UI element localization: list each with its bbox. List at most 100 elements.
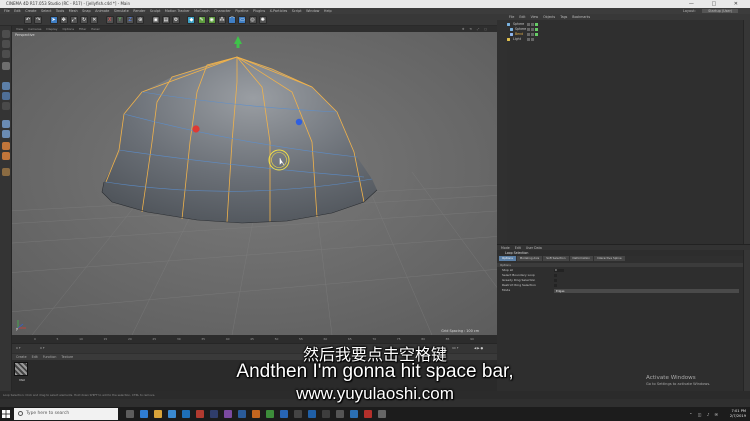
make-editable-icon[interactable]: [2, 30, 10, 38]
viewport-menu-panel[interactable]: Panel: [91, 27, 99, 31]
tab-interactive-spline[interactable]: Interactive Spline: [593, 256, 625, 261]
menu-pipeline[interactable]: Pipeline: [235, 9, 248, 13]
viewport-menu-cameras[interactable]: Cameras: [28, 27, 41, 31]
om-menu-bookmarks[interactable]: Bookmarks: [572, 15, 590, 19]
restrict-ring-checkbox[interactable]: [554, 284, 557, 287]
render-picture-viewer-icon[interactable]: ▤: [161, 15, 170, 24]
menu-x-particles[interactable]: X-Particles: [270, 9, 288, 13]
texture-mode-icon[interactable]: [2, 50, 10, 58]
minimize-button[interactable]: —: [689, 1, 702, 7]
menu-sculpt[interactable]: Sculpt: [150, 9, 161, 13]
y-axis-icon[interactable]: Y: [115, 15, 124, 24]
locked-workplane-icon[interactable]: [2, 152, 10, 160]
menu-create[interactable]: Create: [25, 9, 36, 13]
menu-window[interactable]: Window: [306, 9, 319, 13]
menu-motion-tracker[interactable]: Motion Tracker: [165, 9, 190, 13]
planar-workplane-icon[interactable]: [2, 168, 10, 176]
store-icon[interactable]: [168, 410, 176, 418]
rotate-icon[interactable]: ↻: [80, 15, 89, 24]
word-icon[interactable]: [280, 410, 288, 418]
visibility-flags[interactable]: [527, 33, 539, 36]
greedy-ring-checkbox[interactable]: [554, 279, 557, 282]
move-icon[interactable]: ✥: [59, 15, 68, 24]
viewport-menu-view[interactable]: View: [16, 27, 23, 31]
app-icon[interactable]: [350, 410, 358, 418]
tab-modeling-axis[interactable]: Modeling Axis: [516, 256, 543, 261]
polygons-mode-icon[interactable]: [2, 102, 10, 110]
manager-side-tabs[interactable]: [497, 14, 507, 244]
coordinate-system-icon[interactable]: ⊕: [136, 15, 145, 24]
viewport-menu-options[interactable]: Options: [62, 27, 74, 31]
perspective-viewport[interactable]: Perspective y Grid Spacing : 100 cm: [12, 32, 497, 335]
array-icon[interactable]: ⁂: [217, 15, 226, 24]
pen-spline-icon[interactable]: ✎: [197, 15, 206, 24]
om-menu-edit[interactable]: Edit: [519, 15, 525, 19]
app-icon[interactable]: [378, 410, 386, 418]
maximize-button[interactable]: □: [711, 1, 724, 7]
excel-icon[interactable]: [266, 410, 274, 418]
chrome-icon[interactable]: [294, 410, 302, 418]
menu-help[interactable]: Help: [324, 9, 332, 13]
illustrator-icon[interactable]: [252, 410, 260, 418]
premiere-icon[interactable]: [210, 410, 218, 418]
object-row[interactable]: Light: [507, 37, 743, 42]
undo-icon[interactable]: ↶: [24, 15, 32, 24]
system-tray-icons[interactable]: ⌃ ◫ ♪ ✉: [689, 412, 720, 417]
app-icon[interactable]: [364, 410, 372, 418]
cube-icon[interactable]: ◆: [187, 15, 196, 24]
x-axis-icon[interactable]: X: [105, 15, 114, 24]
om-menu-file[interactable]: File: [509, 15, 514, 19]
menu-file[interactable]: File: [4, 9, 10, 13]
bend-deformer-icon[interactable]: ⌒: [228, 15, 237, 24]
live-selection-icon[interactable]: ➤: [49, 15, 58, 24]
app-icon[interactable]: [336, 410, 344, 418]
light-icon[interactable]: ✺: [258, 15, 267, 24]
windows-start-icon[interactable]: [2, 410, 10, 418]
menu-script[interactable]: Script: [292, 9, 302, 13]
app-icon[interactable]: [322, 410, 330, 418]
render-view-icon[interactable]: ▣: [151, 15, 160, 24]
menu-plugins[interactable]: Plugins: [253, 9, 265, 13]
photoshop-icon[interactable]: [238, 410, 246, 418]
edge-icon[interactable]: [140, 410, 148, 418]
tab-options[interactable]: Options: [499, 256, 516, 261]
menu-snap[interactable]: Snap: [82, 9, 91, 13]
menu-edit[interactable]: Edit: [14, 9, 21, 13]
tweak-mode-icon[interactable]: [2, 130, 10, 138]
stop-at-field[interactable]: 0: [554, 268, 564, 273]
menu-render[interactable]: Render: [133, 9, 145, 13]
scale-icon[interactable]: ⤢: [69, 15, 78, 24]
viewport-menu-filter[interactable]: Filter: [79, 27, 86, 31]
tab-soft-selection[interactable]: Soft Selection: [543, 256, 569, 261]
task-view-icon[interactable]: [126, 410, 134, 418]
after-effects-icon[interactable]: [224, 410, 232, 418]
z-axis-icon[interactable]: Z: [126, 15, 135, 24]
tab-deformation[interactable]: Deformation: [569, 256, 593, 261]
workplane-icon[interactable]: [2, 62, 10, 70]
om-menu-objects[interactable]: Objects: [543, 15, 555, 19]
menu-mesh[interactable]: Mesh: [69, 9, 78, 13]
visibility-flags[interactable]: [527, 23, 539, 26]
menu-select[interactable]: Select: [41, 9, 51, 13]
visibility-flags[interactable]: [527, 38, 539, 41]
redo-icon[interactable]: ↷: [34, 15, 43, 24]
file-explorer-icon[interactable]: [154, 410, 162, 418]
om-menu-view[interactable]: View: [531, 15, 539, 19]
snapping-icon[interactable]: [2, 142, 10, 150]
axis-mode-icon[interactable]: [2, 120, 10, 128]
right-side-tabs[interactable]: [743, 20, 750, 391]
select-boundary-loop-checkbox[interactable]: [554, 274, 557, 277]
acrobat-icon[interactable]: [196, 410, 204, 418]
model-mode-icon[interactable]: [2, 40, 10, 48]
menu-animate[interactable]: Animate: [95, 9, 109, 13]
points-mode-icon[interactable]: [2, 82, 10, 90]
menu-tools[interactable]: Tools: [56, 9, 64, 13]
menu-mograph[interactable]: MoGraph: [194, 9, 209, 13]
om-menu-tags[interactable]: Tags: [560, 15, 567, 19]
viewport-menu-display[interactable]: Display: [46, 27, 57, 31]
mode-dropdown[interactable]: Edges: [554, 288, 739, 293]
recent-tools-icon[interactable]: ✕: [90, 15, 99, 24]
edges-mode-icon[interactable]: [2, 92, 10, 100]
edit-render-settings-icon[interactable]: ⚙: [172, 15, 180, 24]
mail-icon[interactable]: [182, 410, 190, 418]
